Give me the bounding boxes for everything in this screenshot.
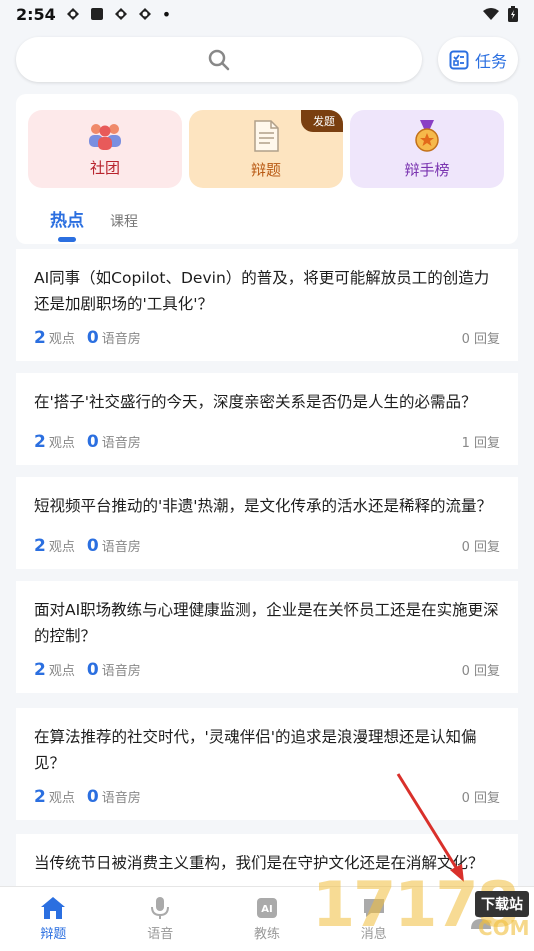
views-label: 观点: [48, 332, 75, 347]
post-title: 在'搭子'社交盛行的今天，深度亲密关系是否仍是人生的必需品？: [34, 393, 477, 411]
post-title: 面对AI职场教练与心理健康监测，企业是在关怀员工还是在实施更深的控制？: [34, 601, 499, 645]
search-bar[interactable]: [16, 37, 422, 82]
category-club[interactable]: 社团: [28, 110, 182, 188]
notification-app-icon-2: [114, 8, 127, 20]
category-panel: 社团 发题 辩题 辩手榜 热点 课程: [16, 94, 518, 244]
post-meta: 2 观点 0 语音房 0 回复: [34, 787, 500, 807]
category-ranking-label: 辩手榜: [404, 160, 450, 179]
svg-text:AI: AI: [261, 904, 272, 915]
microphone-icon: [151, 897, 170, 919]
views-count: 2: [34, 660, 46, 680]
tab-courses-label: 课程: [110, 214, 138, 230]
status-time: 2:54: [16, 4, 56, 24]
post-card[interactable]: 当传统节日被消费主义重构，我们是在守护文化还是在消解文化？: [16, 834, 518, 894]
post-meta: 2 观点 0 语音房 0 回复: [34, 536, 500, 556]
views-label: 观点: [48, 540, 75, 555]
profile-icon: [470, 907, 491, 929]
category-ranking[interactable]: 辩手榜: [350, 110, 504, 188]
status-bar: 2:54 •: [0, 0, 534, 28]
notification-app-icon: [66, 8, 79, 20]
reply-count: 0 回复: [461, 664, 500, 679]
tab-hot[interactable]: 热点: [50, 206, 84, 242]
message-icon: [363, 899, 384, 917]
task-button[interactable]: 任务: [438, 37, 518, 82]
tabbar-debate[interactable]: 辩题: [0, 887, 107, 951]
views-label: 观点: [48, 791, 75, 806]
reply-count: 0 回复: [461, 791, 500, 806]
rooms-label: 语音房: [101, 540, 141, 555]
rooms-count: 0: [86, 432, 99, 452]
views-count: 2: [34, 328, 46, 348]
tabbar-debate-label: 辩题: [40, 927, 67, 942]
tabbar-coach[interactable]: AI 教练: [214, 887, 321, 951]
ai-coach-icon: AI: [256, 898, 277, 918]
tabbar-profile[interactable]: [427, 887, 534, 951]
club-people-icon: [89, 123, 121, 150]
tabbar-messages[interactable]: 消息: [320, 887, 427, 951]
notification-square-icon: [90, 8, 103, 20]
bottom-tab-bar: 辩题 语音 AI 教练 消息: [0, 886, 534, 951]
rooms-count: 0: [86, 536, 99, 556]
rooms-label: 语音房: [101, 791, 141, 806]
rooms-label: 语音房: [101, 664, 141, 679]
tabbar-voice[interactable]: 语音: [107, 887, 214, 951]
search-icon: [208, 49, 230, 70]
task-list-icon: [449, 50, 469, 69]
task-label: 任务: [474, 51, 507, 71]
wifi-icon: [483, 8, 499, 20]
views-count: 2: [34, 787, 46, 807]
post-meta: 2 观点 0 语音房 0 回复: [34, 660, 500, 680]
reply-count: 1 回复: [461, 436, 500, 451]
medal-icon: [415, 119, 439, 152]
tabbar-messages-label: 消息: [360, 927, 387, 942]
reply-count: 0 回复: [461, 540, 500, 555]
post-title: 在算法推荐的社交时代，'灵魂伴侣'的追求是浪漫理想还是认知偏见？: [34, 728, 477, 772]
views-count: 2: [34, 536, 46, 556]
status-more-dot: •: [161, 4, 172, 24]
feed-tabs: 热点 课程: [50, 206, 138, 242]
post-topic-badge: 发题: [301, 110, 343, 132]
rooms-label: 语音房: [101, 332, 141, 347]
views-label: 观点: [48, 436, 75, 451]
notification-app-icon-3: [138, 8, 151, 20]
tab-hot-label: 热点: [50, 211, 84, 231]
post-title: 短视频平台推动的'非遗'热潮，是文化传承的活水还是稀释的流量？: [34, 497, 493, 515]
views-count: 2: [34, 432, 46, 452]
tabbar-voice-label: 语音: [147, 927, 174, 942]
rooms-label: 语音房: [101, 436, 141, 451]
tab-courses[interactable]: 课程: [110, 211, 138, 231]
category-club-label: 社团: [89, 158, 120, 177]
reply-count: 0 回复: [461, 332, 500, 347]
category-debate-label: 辩题: [250, 160, 281, 179]
category-debate[interactable]: 发题 辩题: [189, 110, 343, 188]
rooms-count: 0: [86, 787, 99, 807]
post-card[interactable]: 面对AI职场教练与心理健康监测，企业是在关怀员工还是在实施更深的控制？ 2 观点…: [16, 581, 518, 693]
tab-active-indicator: [58, 237, 76, 242]
tabbar-coach-label: 教练: [253, 927, 280, 942]
battery-icon: [508, 6, 518, 22]
post-card[interactable]: AI同事（如Copilot、Devin）的普及，将更可能解放员工的创造力还是加剧…: [16, 249, 518, 361]
post-meta: 2 观点 0 语音房 1 回复: [34, 432, 500, 452]
post-title: 当传统节日被消费主义重构，我们是在守护文化还是在消解文化？: [34, 854, 484, 872]
home-icon: [41, 897, 66, 919]
post-title: AI同事（如Copilot、Devin）的普及，将更可能解放员工的创造力还是加剧…: [34, 269, 490, 313]
rooms-count: 0: [86, 660, 99, 680]
post-card[interactable]: 在'搭子'社交盛行的今天，深度亲密关系是否仍是人生的必需品？ 2 观点 0 语音…: [16, 373, 518, 465]
post-card[interactable]: 在算法推荐的社交时代，'灵魂伴侣'的追求是浪漫理想还是认知偏见？ 2 观点 0 …: [16, 708, 518, 820]
post-meta: 2 观点 0 语音房 0 回复: [34, 328, 500, 348]
views-label: 观点: [48, 664, 75, 679]
document-icon: [254, 119, 279, 152]
post-card[interactable]: 短视频平台推动的'非遗'热潮，是文化传承的活水还是稀释的流量？ 2 观点 0 语…: [16, 477, 518, 569]
rooms-count: 0: [86, 328, 99, 348]
